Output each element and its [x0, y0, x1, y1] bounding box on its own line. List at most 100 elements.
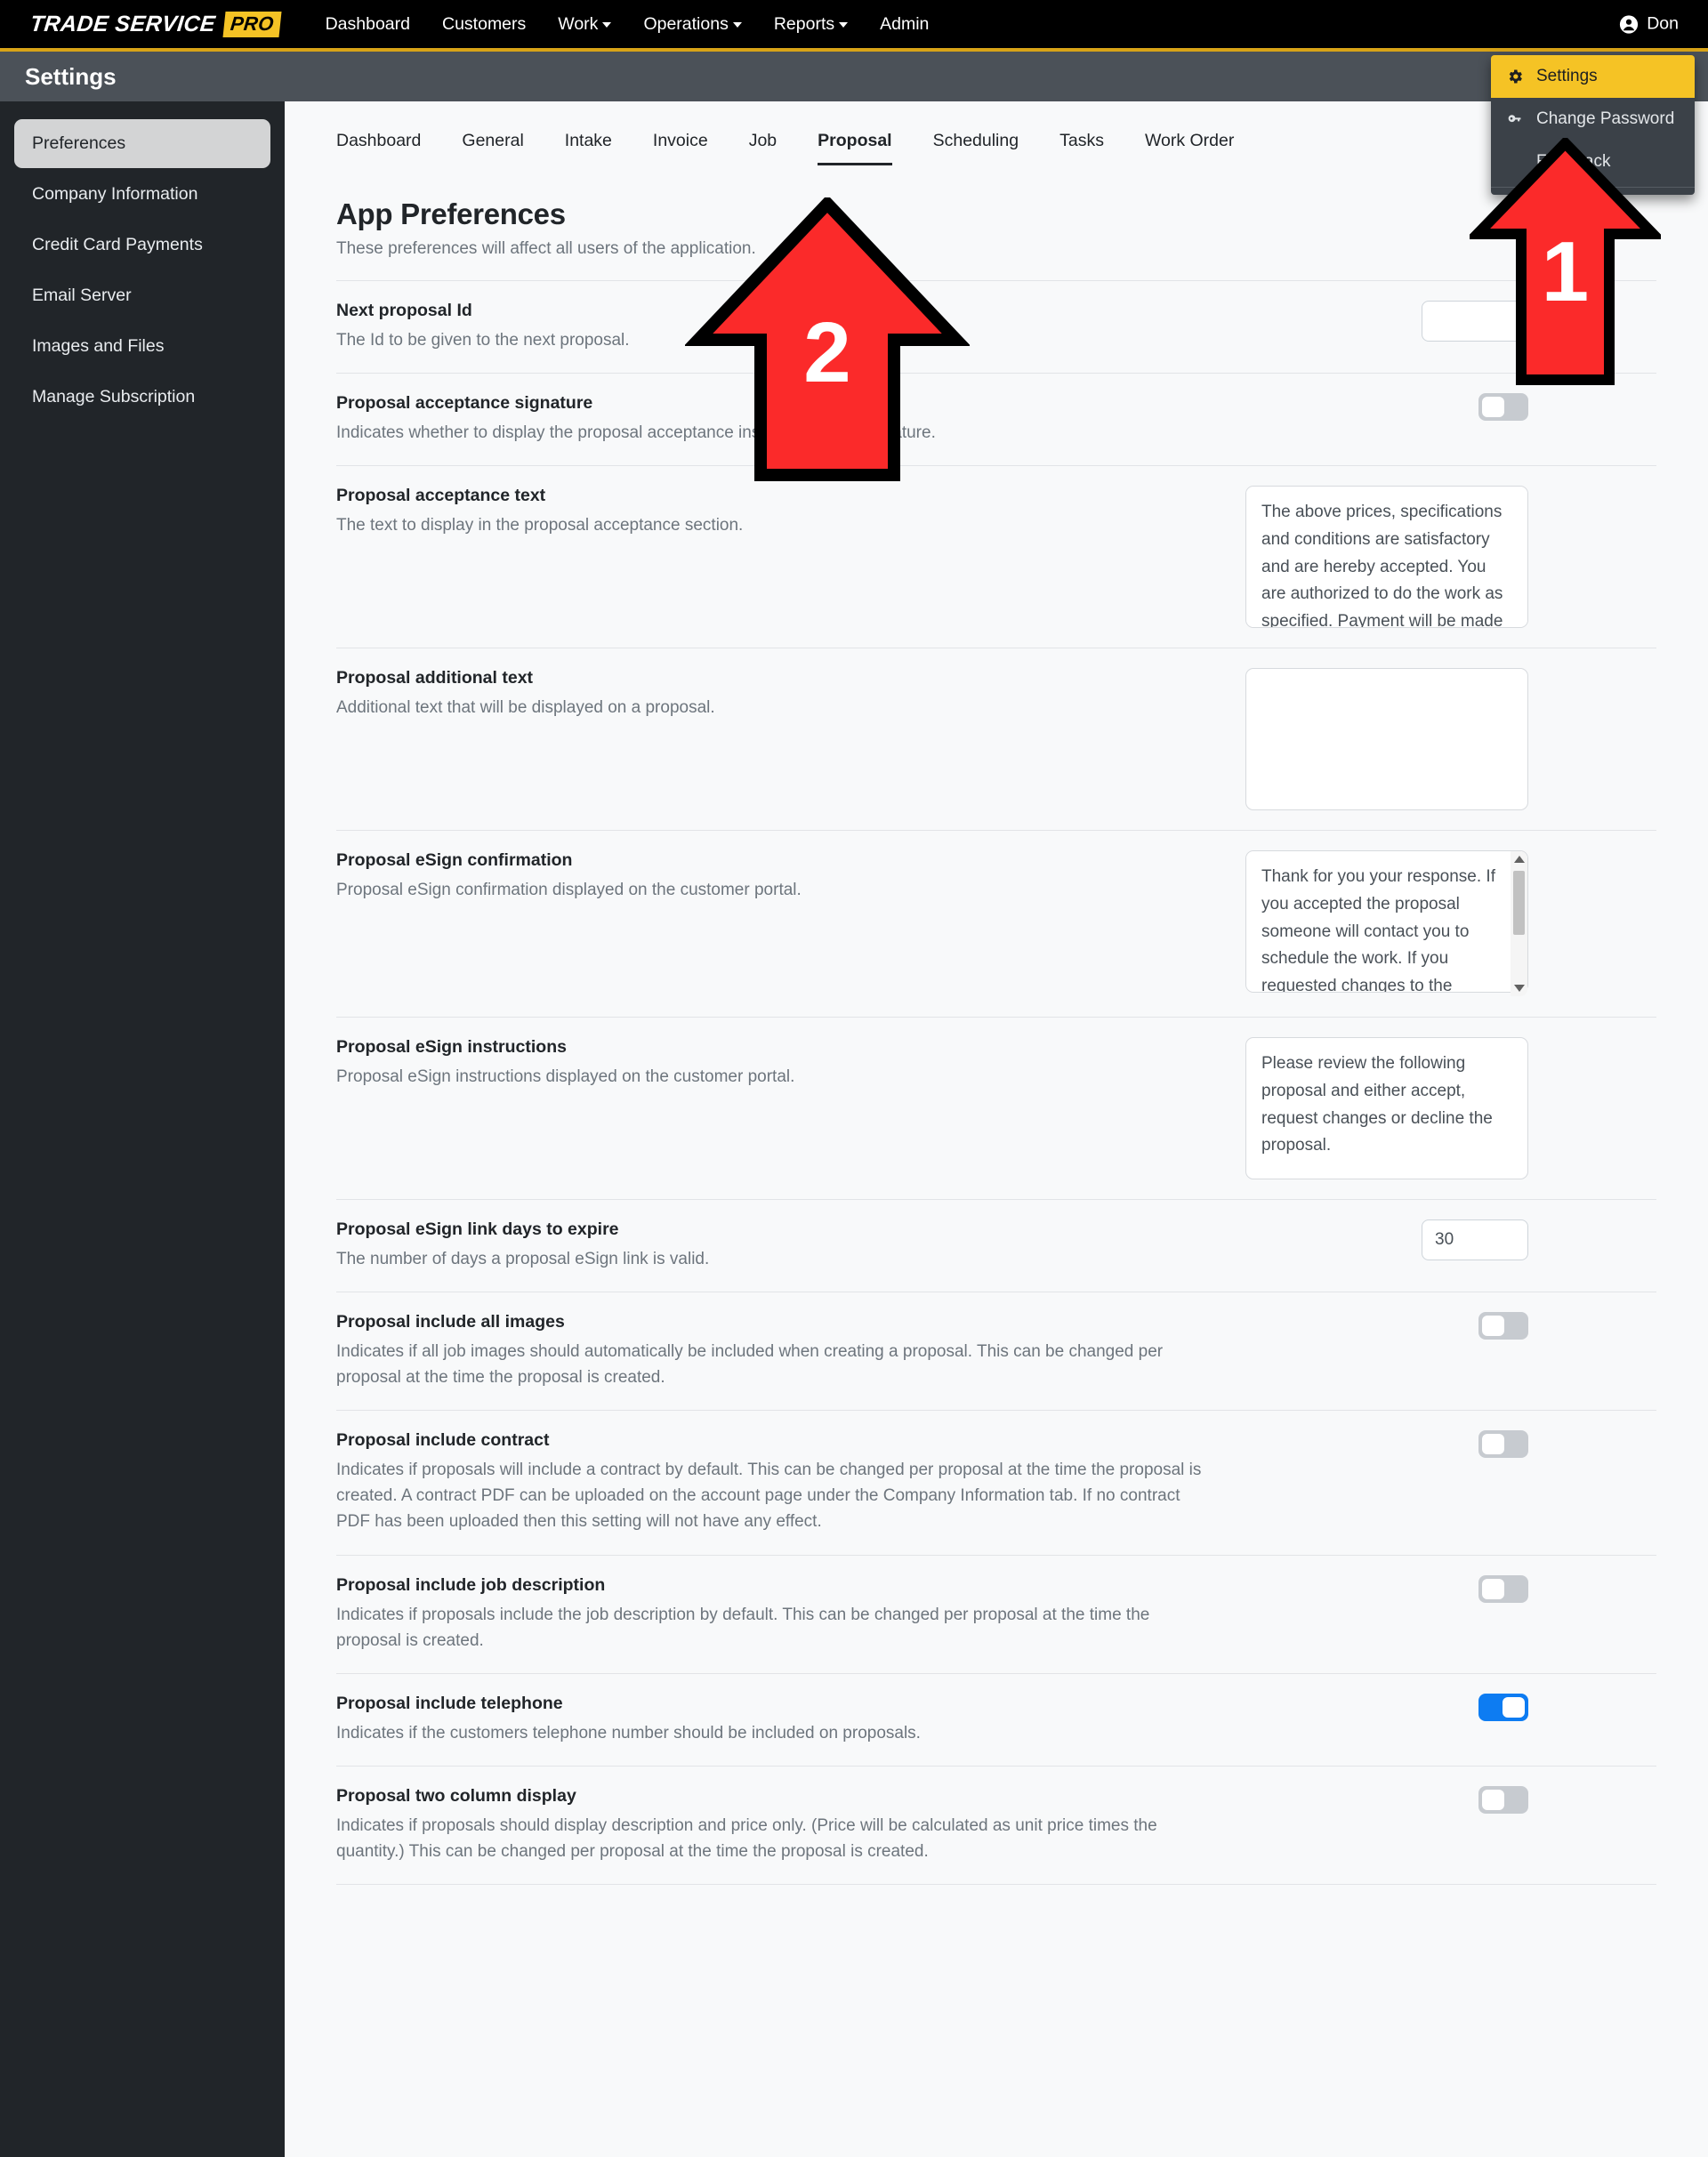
user-menu-button[interactable]: Don	[1619, 14, 1679, 35]
preference-control	[1235, 1693, 1528, 1721]
proposal-esign-instructions-textarea[interactable]	[1245, 1037, 1528, 1180]
tab-label: Work Order	[1144, 131, 1235, 150]
nav-link-label: Operations	[643, 13, 729, 34]
nav-link-reports[interactable]: Reports	[773, 9, 849, 40]
nav-link-label: Reports	[773, 13, 835, 34]
nav-link-dashboard[interactable]: Dashboard	[326, 9, 410, 40]
sidebar-item-label: Preferences	[32, 133, 126, 153]
preference-name: Proposal eSign link days to expire	[336, 1219, 619, 1240]
preference-row: Proposal include job description Indicat…	[336, 1554, 1656, 1673]
preference-text: Proposal include contract Indicates if p…	[336, 1430, 1235, 1534]
proposal-acceptance-text-textarea[interactable]	[1245, 486, 1528, 629]
dropdown-item-label: Settings	[1536, 67, 1598, 85]
preference-text: Proposal include job description Indicat…	[336, 1575, 1235, 1654]
preference-description: The text to display in the proposal acce…	[336, 516, 744, 535]
preference-name: Proposal two column display	[336, 1785, 576, 1806]
preference-description: Indicates if the customers telephone num…	[336, 1723, 921, 1743]
textarea-scrollbar[interactable]	[1511, 851, 1527, 997]
preference-description: Indicates if proposals will include a co…	[336, 1461, 1202, 1532]
nav-link-label: Work	[558, 13, 599, 34]
scroll-down-icon[interactable]	[1513, 985, 1525, 993]
dropdown-item-settings[interactable]: Settings	[1491, 55, 1695, 98]
sidebar-item-label: Company Information	[32, 184, 198, 204]
dropdown-item-label: Change Password	[1536, 109, 1675, 128]
user-name: Don	[1647, 13, 1679, 34]
proposal-include-telephone-toggle[interactable]	[1478, 1693, 1528, 1721]
nav-link-label: Admin	[880, 13, 930, 34]
chevron-down-icon	[839, 21, 849, 28]
preference-control	[1235, 1574, 1528, 1603]
esign-link-days-input[interactable]	[1422, 1219, 1528, 1261]
tab-label: Invoice	[652, 131, 708, 150]
proposal-two-column-display-toggle[interactable]	[1478, 1785, 1528, 1814]
sidebar-item-label: Manage Subscription	[32, 387, 196, 406]
scroll-up-icon[interactable]	[1513, 856, 1525, 864]
preference-control	[1235, 668, 1528, 811]
preference-description: Indicates if all job images should autom…	[336, 1342, 1164, 1388]
proposal-include-contract-toggle[interactable]	[1478, 1430, 1528, 1459]
tab-label: General	[462, 131, 524, 150]
brand-logo[interactable]: TRADE SERVICE PRO	[27, 8, 284, 41]
preference-text: Proposal eSign link days to expire The n…	[336, 1219, 1235, 1272]
preference-text: Proposal eSign instructions Proposal eSi…	[336, 1037, 1235, 1090]
preference-control	[1235, 850, 1528, 997]
preference-text: Proposal include all images Indicates if…	[336, 1312, 1235, 1390]
preference-text: Proposal acceptance text The text to dis…	[336, 486, 1235, 538]
preference-row: Proposal include all images Indicates if…	[336, 1292, 1656, 1410]
sidebar-item-email-server[interactable]: Email Server	[14, 271, 270, 320]
tab-scheduling[interactable]: Scheduling	[933, 131, 1019, 165]
preferences-list: Next proposal Id The Id to be given to t…	[336, 280, 1656, 1885]
preference-name: Proposal include contract	[336, 1430, 550, 1451]
sidebar-item-company-information[interactable]: Company Information	[14, 170, 270, 219]
tab-dashboard[interactable]: Dashboard	[336, 131, 421, 165]
nav-link-admin[interactable]: Admin	[880, 9, 929, 40]
proposal-include-job-description-toggle[interactable]	[1478, 1574, 1528, 1603]
preference-text: Proposal include telephone Indicates if …	[336, 1694, 1235, 1746]
proposal-acceptance-signature-toggle[interactable]	[1478, 393, 1528, 422]
sidebar-item-manage-subscription[interactable]: Manage Subscription	[14, 373, 270, 422]
nav-link-operations[interactable]: Operations	[643, 9, 742, 40]
tab-general[interactable]: General	[462, 131, 523, 165]
preference-control	[1235, 486, 1528, 629]
gear-icon	[1505, 68, 1525, 85]
sidebar-item-images-and-files[interactable]: Images and Files	[14, 322, 270, 371]
tab-tasks[interactable]: Tasks	[1059, 131, 1104, 165]
preference-row: Proposal eSign instructions Proposal eSi…	[336, 1017, 1656, 1199]
nav-link-customers[interactable]: Customers	[442, 9, 526, 40]
proposal-additional-text-textarea[interactable]	[1245, 668, 1528, 811]
tab-label: Tasks	[1059, 131, 1104, 150]
tab-invoice[interactable]: Invoice	[653, 131, 708, 165]
proposal-esign-confirmation-textarea[interactable]	[1245, 850, 1528, 994]
preference-description: Indicates if proposals should display de…	[336, 1815, 1157, 1861]
tab-job[interactable]: Job	[749, 131, 777, 165]
page-subheader: Settings	[0, 52, 1708, 101]
tab-intake[interactable]: Intake	[565, 131, 612, 165]
preference-name: Proposal eSign confirmation	[336, 850, 573, 871]
preference-row: Proposal additional text Additional text…	[336, 648, 1656, 830]
toggle-knob	[1482, 1316, 1504, 1337]
scrollbar-thumb[interactable]	[1513, 871, 1525, 936]
preference-name: Proposal include telephone	[336, 1693, 563, 1713]
tab-proposal[interactable]: Proposal	[818, 131, 892, 165]
tab-label: Dashboard	[336, 131, 422, 150]
preference-description: Indicates if proposals include the job d…	[336, 1605, 1150, 1650]
preference-row: Proposal eSign link days to expire The n…	[336, 1199, 1656, 1292]
tab-work-order[interactable]: Work Order	[1145, 131, 1234, 165]
tab-label: Intake	[564, 131, 612, 150]
app-preferences-heading: App Preferences	[336, 197, 566, 230]
tab-label: Proposal	[818, 131, 892, 150]
toggle-knob	[1482, 1789, 1504, 1810]
chevron-down-icon	[732, 21, 742, 28]
nav-links: Dashboard Customers Work Operations Repo…	[326, 9, 962, 40]
list-bottom-divider	[336, 1883, 1656, 1885]
preference-control	[1235, 1312, 1528, 1340]
nav-link-work[interactable]: Work	[558, 9, 612, 40]
tab-label: Scheduling	[932, 131, 1019, 150]
sidebar-item-credit-card-payments[interactable]: Credit Card Payments	[14, 221, 270, 270]
proposal-include-all-images-toggle[interactable]	[1478, 1312, 1528, 1340]
toggle-knob	[1482, 397, 1504, 418]
dropdown-item-change-password[interactable]: Change Password	[1491, 98, 1695, 141]
sidebar-item-preferences[interactable]: Preferences	[14, 119, 270, 168]
preference-text: Proposal eSign confirmation Proposal eSi…	[336, 850, 1235, 903]
preference-name: Proposal additional text	[336, 668, 534, 688]
